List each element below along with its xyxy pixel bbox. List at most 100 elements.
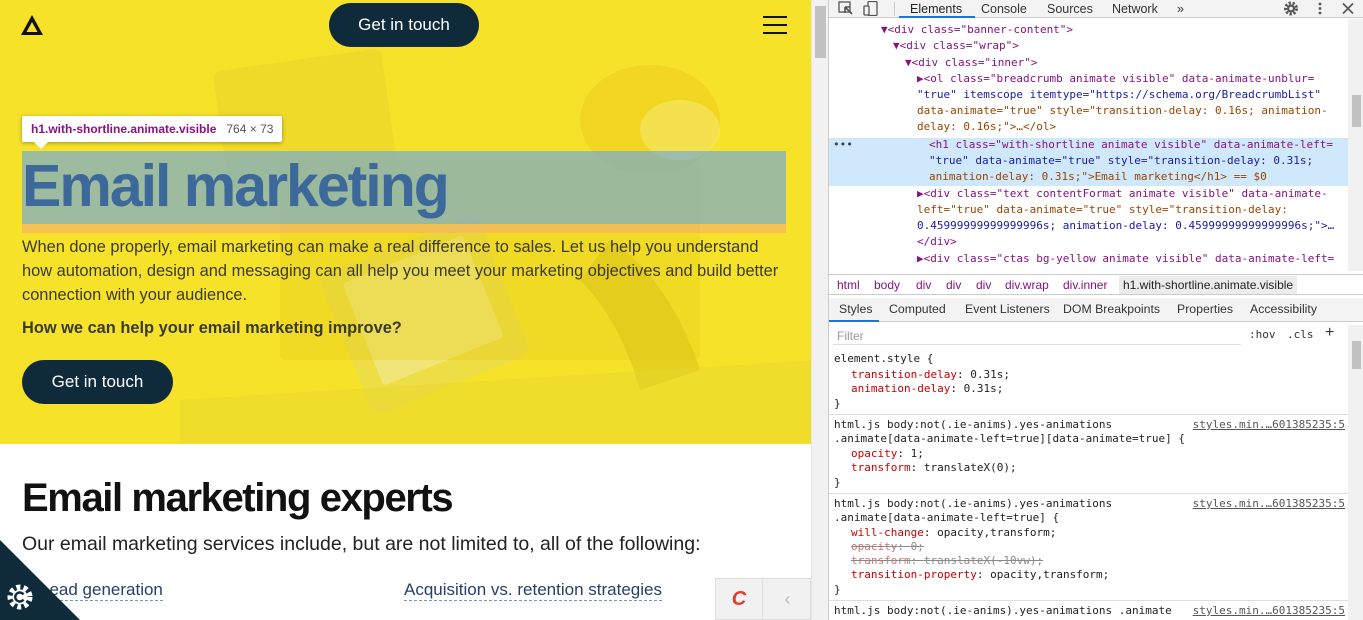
tab-accessibility[interactable]: Accessibility bbox=[1250, 302, 1317, 316]
tab-dom-breakpoints[interactable]: DOM Breakpoints bbox=[1063, 302, 1160, 316]
property-value[interactable]: translateX(-10vw); bbox=[924, 554, 1043, 567]
dom-line[interactable]: ▶<div class="ctas bg-yellow animate visi… bbox=[917, 251, 1334, 267]
property-name[interactable]: transform bbox=[851, 554, 911, 567]
rule-source-link[interactable]: styles.min.…601385235:5 bbox=[1193, 418, 1345, 431]
page-scrollbar[interactable] bbox=[811, 0, 828, 620]
dom-line[interactable]: "true" itemscope itemtype="https://schem… bbox=[917, 87, 1321, 103]
service-link-lead-generation[interactable]: Lead generation bbox=[40, 579, 163, 601]
breadcrumb-item[interactable]: body bbox=[874, 278, 900, 292]
page-scrollbar-thumb[interactable] bbox=[815, 6, 826, 58]
breadcrumb-item[interactable]: div bbox=[916, 278, 931, 292]
dom-line[interactable]: left="true" data-animate="true" style="t… bbox=[917, 202, 1288, 218]
property-name[interactable]: opacity bbox=[851, 540, 897, 553]
breadcrumb-item-active[interactable]: h1.with-shortline.animate.visible bbox=[1119, 276, 1298, 294]
breadcrumb-item[interactable]: div bbox=[976, 278, 991, 292]
rule-close: } bbox=[834, 397, 841, 410]
breadcrumb-item[interactable]: div bbox=[946, 278, 961, 292]
brand-logo-icon[interactable] bbox=[20, 14, 44, 36]
breadcrumb-item[interactable]: div.inner bbox=[1063, 278, 1107, 292]
dom-line[interactable]: delay: 0.16s;">…</ol> bbox=[917, 119, 1056, 135]
chat-collapse-icon[interactable]: ‹ bbox=[764, 579, 811, 619]
dom-line[interactable]: ▶<div class="text contentFormat animate … bbox=[917, 186, 1328, 202]
styles-pane-tabs: Styles Computed Event Listeners DOM Brea… bbox=[829, 298, 1363, 322]
property-value[interactable]: 0; bbox=[911, 540, 924, 553]
rule-selector-cont[interactable]: .animate[data-animate-left=true] { bbox=[834, 511, 1059, 525]
rule-source-link[interactable]: styles.min.…601385235:5 bbox=[1193, 604, 1345, 617]
property-value[interactable]: 1; bbox=[911, 447, 924, 460]
property-value[interactable]: opacity,transform; bbox=[990, 568, 1109, 581]
property-name[interactable]: opacity bbox=[851, 447, 897, 460]
dom-scrollbar[interactable] bbox=[1348, 19, 1363, 271]
tab-network[interactable]: Network bbox=[1112, 1, 1158, 17]
dom-line[interactable]: </div> bbox=[917, 234, 957, 250]
rule-source-link[interactable]: styles.min.…601385235:5 bbox=[1193, 497, 1345, 510]
chat-logo-icon[interactable]: C bbox=[716, 579, 763, 619]
dom-line-selected[interactable]: animation-delay: 0.31s;">Email marketing… bbox=[929, 169, 1267, 185]
cookie-gear-icon[interactable] bbox=[7, 584, 33, 610]
rule-property[interactable]: animation-delay: 0.31s; bbox=[851, 382, 1003, 396]
property-value[interactable]: 0.31s; bbox=[964, 382, 1004, 395]
tab-elements[interactable]: Elements bbox=[910, 1, 962, 17]
property-name[interactable]: animation-delay bbox=[851, 382, 950, 395]
rule-property[interactable]: opacity: 1; bbox=[851, 447, 924, 461]
rule-selector[interactable]: element.style { bbox=[834, 352, 933, 366]
rule-property[interactable]: transition-delay: 0.31s; bbox=[851, 368, 1010, 382]
experts-heading: Email marketing experts bbox=[22, 476, 454, 520]
service-link-acquisition[interactable]: Acquisition vs. retention strategies bbox=[404, 579, 662, 601]
device-toolbar-icon[interactable] bbox=[863, 1, 879, 16]
property-value[interactable]: translateX(0); bbox=[924, 461, 1017, 474]
style-rule: html.js body:not(.ie-anims).yes-animatio… bbox=[829, 494, 1348, 601]
close-devtools-icon[interactable] bbox=[1340, 1, 1356, 16]
dom-line[interactable]: ▼<div class="banner-content"> bbox=[881, 22, 1073, 38]
inspect-element-icon[interactable] bbox=[838, 1, 854, 16]
tab-computed[interactable]: Computed bbox=[889, 302, 946, 316]
property-name[interactable]: transition-property bbox=[851, 568, 977, 581]
rule-property[interactable]: transform: translateX(0); bbox=[851, 461, 1017, 475]
settings-gear-icon[interactable] bbox=[1283, 1, 1299, 16]
style-rule: html.js body:not(.ie-anims).yes-animatio… bbox=[829, 415, 1348, 494]
hover-state-toggle[interactable]: :hov bbox=[1249, 328, 1276, 341]
styles-scrollbar[interactable] bbox=[1348, 325, 1363, 620]
dom-line[interactable]: ▼<div class="wrap"> bbox=[893, 38, 1019, 54]
property-name[interactable]: transition-delay bbox=[851, 368, 957, 381]
header-get-in-touch-button[interactable]: Get in touch bbox=[329, 3, 479, 47]
property-value[interactable]: opacity,transform; bbox=[937, 526, 1056, 539]
tab-more[interactable]: » bbox=[1177, 1, 1184, 17]
dom-line-selected[interactable]: "true" data-animate="true" style="transi… bbox=[929, 153, 1313, 169]
tab-sources[interactable]: Sources bbox=[1047, 1, 1093, 17]
dom-scrollbar-thumb[interactable] bbox=[1352, 95, 1361, 127]
rule-close: } bbox=[834, 583, 841, 596]
dom-line[interactable]: 0.45999999999999996s; animation-delay: 0… bbox=[917, 218, 1334, 234]
tab-styles[interactable]: Styles bbox=[839, 302, 873, 316]
styles-filter-input[interactable]: Filter bbox=[833, 327, 1241, 345]
dom-line[interactable]: ▶<ol class="breadcrumb animate visible" … bbox=[917, 71, 1314, 87]
selected-row-marker[interactable]: ••• bbox=[833, 137, 853, 153]
rule-property-overridden[interactable]: transform: translateX(-10vw); bbox=[851, 554, 1043, 568]
rule-selector[interactable]: html.js body:not(.ie-anims).yes-animatio… bbox=[834, 497, 1112, 511]
tab-console[interactable]: Console bbox=[981, 1, 1027, 17]
more-options-icon[interactable] bbox=[1312, 1, 1328, 16]
rule-property-overridden[interactable]: opacity: 0; bbox=[851, 540, 924, 554]
rule-property[interactable]: will-change: opacity,transform; bbox=[851, 526, 1056, 540]
rule-property[interactable]: transition-property: opacity,transform; bbox=[851, 568, 1109, 582]
rule-selector[interactable]: html.js body:not(.ie-anims).yes-animatio… bbox=[834, 418, 1112, 432]
rule-selector-cont[interactable]: .animate[data-animate-left=true][data-an… bbox=[834, 432, 1185, 446]
property-name[interactable]: transform bbox=[851, 461, 911, 474]
tab-event-listeners[interactable]: Event Listeners bbox=[965, 302, 1050, 316]
property-value[interactable]: 0.31s; bbox=[970, 368, 1010, 381]
styles-scrollbar-thumb[interactable] bbox=[1352, 341, 1361, 369]
class-toggle[interactable]: .cls bbox=[1287, 328, 1314, 341]
new-style-rule-button[interactable]: + bbox=[1325, 324, 1334, 342]
property-name[interactable]: will-change bbox=[851, 526, 924, 539]
chat-widget[interactable]: C ‹ bbox=[715, 578, 811, 620]
dom-line[interactable]: ▼<div class="inner"> bbox=[905, 55, 1037, 71]
style-rule: html.js body:not(.ie-anims).yes-animatio… bbox=[829, 601, 1348, 620]
breadcrumb-item[interactable]: div.wrap bbox=[1005, 278, 1049, 292]
rule-selector[interactable]: html.js body:not(.ie-anims).yes-animatio… bbox=[834, 604, 1172, 618]
hamburger-menu-icon[interactable] bbox=[763, 16, 787, 34]
breadcrumb-item[interactable]: html bbox=[837, 278, 860, 292]
dom-line-selected[interactable]: <h1 class="with-shortline animate visibl… bbox=[929, 137, 1333, 153]
hero-get-in-touch-button[interactable]: Get in touch bbox=[22, 360, 173, 404]
tab-properties[interactable]: Properties bbox=[1177, 302, 1233, 316]
dom-line[interactable]: data-animate="true" style="transition-de… bbox=[917, 103, 1328, 119]
